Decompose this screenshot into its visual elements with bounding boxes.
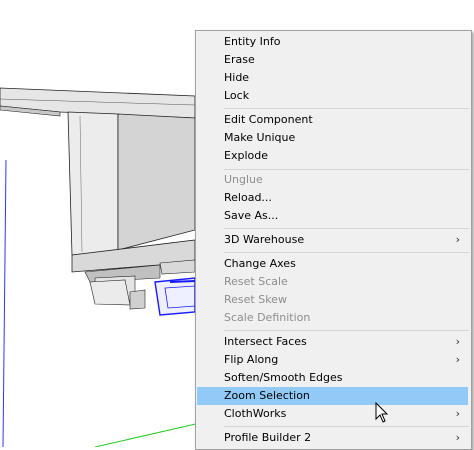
model-geometry[interactable] bbox=[0, 87, 196, 316]
menu-item-scale-definition: Scale Definition bbox=[197, 309, 468, 327]
menu-item-soften-smooth-edges[interactable]: Soften/Smooth Edges bbox=[197, 369, 468, 387]
selected-component[interactable] bbox=[154, 277, 196, 316]
blue-axis-line bbox=[2, 159, 7, 447]
menu-item-intersect-faces[interactable]: Intersect Faces › bbox=[197, 333, 468, 351]
menu-item-label: Soften/Smooth Edges bbox=[224, 371, 343, 384]
menu-item-explode[interactable]: Explode bbox=[197, 147, 468, 165]
menu-separator bbox=[224, 228, 469, 229]
menu-item-edit-component[interactable]: Edit Component bbox=[197, 111, 468, 129]
menu-item-label: Entity Info bbox=[224, 35, 281, 48]
menu-item-flip-along[interactable]: Flip Along › bbox=[197, 351, 468, 369]
chevron-right-icon: › bbox=[455, 407, 460, 420]
menu-item-hide[interactable]: Hide bbox=[197, 69, 468, 87]
menu-item-make-unique[interactable]: Make Unique bbox=[197, 129, 468, 147]
menu-separator bbox=[224, 252, 469, 253]
menu-item-zoom-selection[interactable]: Zoom Selection bbox=[197, 387, 468, 405]
menu-item-label: Change Axes bbox=[224, 257, 296, 270]
menu-separator bbox=[224, 426, 469, 427]
menu-item-label: Intersect Faces bbox=[224, 335, 307, 348]
green-axis-line bbox=[94, 422, 201, 447]
context-menu: Entity Info Erase Hide Lock Edit Compone… bbox=[195, 30, 472, 450]
menu-separator bbox=[224, 330, 469, 331]
menu-item-label: Reload... bbox=[224, 191, 272, 204]
menu-item-change-axes[interactable]: Change Axes bbox=[197, 255, 468, 273]
menu-item-label: Profile Builder 2 bbox=[224, 431, 312, 444]
menu-item-entity-info[interactable]: Entity Info bbox=[197, 33, 468, 51]
menu-item-label: Save As... bbox=[224, 209, 279, 222]
menu-separator bbox=[224, 108, 469, 109]
menu-item-label: Hide bbox=[224, 71, 250, 84]
menu-item-3d-warehouse[interactable]: 3D Warehouse › bbox=[197, 231, 468, 249]
menu-item-label: Scale Definition bbox=[224, 311, 311, 324]
menu-item-save-as[interactable]: Save As... bbox=[197, 207, 468, 225]
menu-item-label: Reset Skew bbox=[224, 293, 287, 306]
menu-item-erase[interactable]: Erase bbox=[197, 51, 468, 69]
chevron-right-icon: › bbox=[455, 335, 460, 348]
menu-item-label: Erase bbox=[224, 53, 255, 66]
menu-item-lock[interactable]: Lock bbox=[197, 87, 468, 105]
menu-item-unglue: Unglue bbox=[197, 171, 468, 189]
menu-item-reload[interactable]: Reload... bbox=[197, 189, 468, 207]
menu-item-label: Zoom Selection bbox=[224, 389, 310, 402]
chevron-right-icon: › bbox=[455, 353, 460, 366]
menu-item-reset-scale: Reset Scale bbox=[197, 273, 468, 291]
menu-item-label: Make Unique bbox=[224, 131, 296, 144]
menu-item-label: Reset Scale bbox=[224, 275, 288, 288]
menu-item-label: ClothWorks bbox=[224, 407, 287, 420]
menu-item-clothworks[interactable]: ClothWorks › bbox=[197, 405, 468, 423]
menu-item-reset-skew: Reset Skew bbox=[197, 291, 468, 309]
mouse-pointer-icon bbox=[375, 402, 389, 423]
menu-item-label: Unglue bbox=[224, 173, 263, 186]
menu-item-label: Explode bbox=[224, 149, 268, 162]
menu-item-label: Edit Component bbox=[224, 113, 313, 126]
menu-item-label: Lock bbox=[224, 89, 250, 102]
menu-separator bbox=[224, 169, 469, 170]
chevron-right-icon: › bbox=[455, 431, 460, 444]
chevron-right-icon: › bbox=[455, 233, 460, 246]
menu-item-label: 3D Warehouse bbox=[224, 233, 305, 246]
menu-item-label: Flip Along bbox=[224, 353, 279, 366]
menu-item-profile-builder-2[interactable]: Profile Builder 2 › bbox=[197, 429, 468, 447]
